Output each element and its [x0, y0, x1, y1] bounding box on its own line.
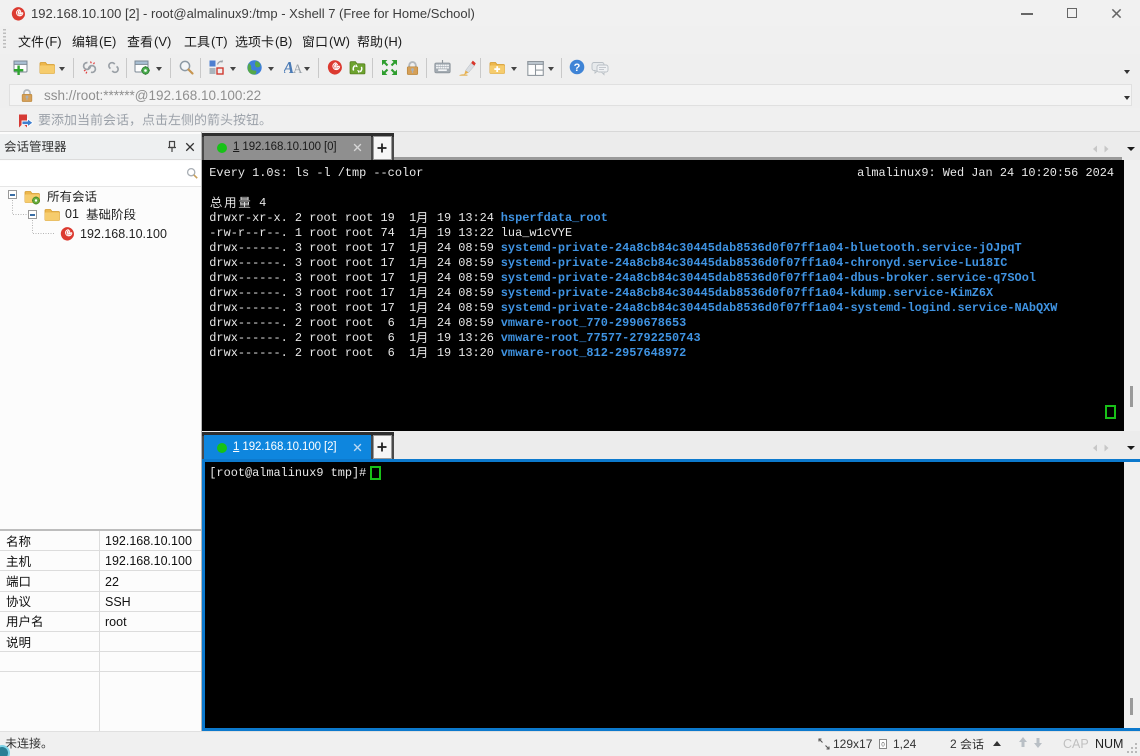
svg-text:?: ? — [574, 62, 581, 74]
svg-text:A: A — [293, 61, 303, 76]
